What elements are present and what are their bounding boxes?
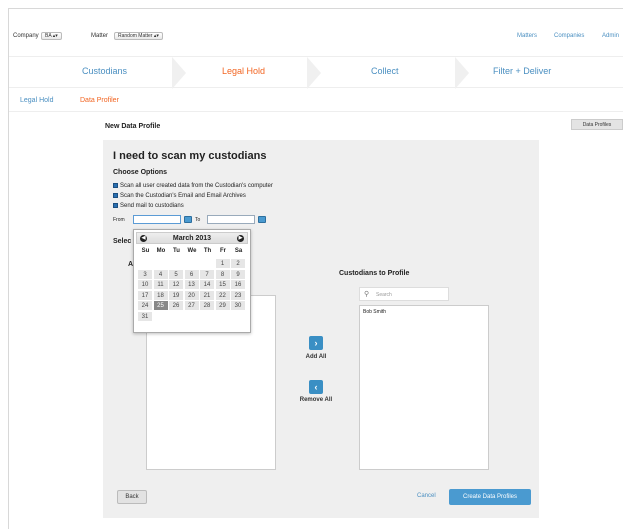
calendar-day[interactable]: 20	[184, 290, 200, 301]
back-button[interactable]: Back	[117, 490, 147, 504]
calendar-day[interactable]: 16	[231, 280, 246, 290]
step-chevron	[455, 57, 469, 89]
calendar-day[interactable]: 7	[200, 269, 215, 280]
calendar-weekday: Th	[203, 248, 212, 254]
search-icon: ⚲	[364, 291, 370, 298]
calendar-day[interactable]: 6	[184, 269, 200, 280]
divider	[9, 111, 623, 112]
remove-all-button[interactable]: ‹	[309, 380, 323, 394]
add-all-label[interactable]: Add All	[300, 354, 332, 360]
option-scan-computer[interactable]: Scan all user created data from the Cust…	[113, 183, 273, 189]
page-title: New Data Profile	[105, 123, 161, 130]
step-collect[interactable]: Collect	[371, 66, 399, 76]
subnav-data-profiler[interactable]: Data Profiler	[80, 97, 119, 104]
calendar-icon[interactable]	[184, 216, 192, 223]
app-window: Company BA ▴▾ Matter Random Matter ▴▾ Ma…	[8, 8, 623, 529]
calendar-day[interactable]: 14	[200, 280, 215, 290]
custodians-to-profile-heading: Custodians to Profile	[339, 270, 410, 277]
custodians-to-profile-list[interactable]: Bob Smith	[359, 305, 489, 470]
top-bar: Company BA ▴▾ Matter Random Matter ▴▾ Ma…	[9, 31, 623, 49]
company-select[interactable]: BA ▴▾	[41, 32, 62, 40]
create-data-profiles-button[interactable]: Create Data Profiles	[449, 489, 531, 505]
calendar-weekday: Mo	[156, 248, 166, 254]
calendar-month: March 2013	[172, 235, 212, 242]
remove-all-label[interactable]: Remove All	[293, 397, 339, 403]
prev-month-icon[interactable]: ◀	[140, 235, 147, 242]
calendar-day[interactable]: 5	[169, 269, 184, 280]
matter-label: Matter	[91, 33, 109, 39]
calendar-day[interactable]: 26	[169, 301, 184, 311]
matters-link[interactable]: Matters	[517, 33, 537, 39]
calendar-day[interactable]: 9	[231, 269, 246, 280]
calendar-day[interactable]: 24	[138, 301, 153, 311]
calendar-weekday: Su	[141, 248, 150, 254]
list-item[interactable]: Bob Smith	[363, 309, 386, 315]
admin-link[interactable]: Admin	[602, 33, 619, 39]
checkbox-checked-icon[interactable]	[113, 203, 118, 208]
option-send-mail[interactable]: Send mail to custodians	[113, 203, 184, 209]
checkbox-checked-icon[interactable]	[113, 183, 118, 188]
calendar-weekday: Tu	[173, 248, 180, 254]
calendar-day[interactable]: 17	[138, 290, 153, 301]
step-chevron	[172, 57, 186, 89]
options-heading: Choose Options	[113, 169, 168, 176]
companies-link[interactable]: Companies	[554, 33, 584, 39]
step-chevron	[307, 57, 321, 89]
chevron-left-icon: ‹	[314, 382, 318, 392]
select-heading: Selec	[113, 238, 132, 245]
step-custodians[interactable]: Custodians	[82, 66, 127, 76]
cancel-link[interactable]: Cancel	[417, 493, 436, 499]
calendar-day[interactable]: 1	[215, 259, 231, 269]
calendar-day[interactable]: 27	[184, 301, 200, 311]
search-input[interactable]: ⚲ Search	[359, 287, 449, 301]
from-label: From	[113, 217, 125, 223]
calendar-weekday: We	[187, 248, 197, 254]
calendar-day[interactable]: 25	[153, 301, 169, 311]
subnav-legal-hold[interactable]: Legal Hold	[20, 97, 53, 104]
calendar-day[interactable]: 19	[169, 290, 184, 301]
checkbox-checked-icon[interactable]	[113, 193, 118, 198]
calendar-day[interactable]: 31	[138, 311, 153, 322]
calendar-day[interactable]: 4	[153, 269, 169, 280]
calendar-day[interactable]: 22	[215, 290, 231, 301]
calendar-day[interactable]: 10	[138, 280, 153, 290]
calendar-day[interactable]: 11	[153, 280, 169, 290]
calendar-icon[interactable]	[258, 216, 266, 223]
calendar-header: ◀ March 2013 ▶	[136, 232, 248, 244]
date-picker[interactable]: ◀ March 2013 ▶ Su Mo Tu We Th Fr Sa 1234567891…	[133, 229, 251, 333]
matter-select[interactable]: Random Matter ▴▾	[114, 32, 163, 40]
calendar-day[interactable]: 8	[215, 269, 231, 280]
step-legal-hold[interactable]: Legal Hold	[222, 66, 265, 76]
calendar-weekday: Sa	[234, 248, 243, 254]
to-date-input[interactable]	[207, 215, 255, 224]
search-placeholder: Search	[376, 292, 392, 298]
calendar-day[interactable]: 21	[200, 290, 215, 301]
calendar-day[interactable]: 30	[231, 301, 246, 311]
panel-heading: I need to scan my custodians	[113, 150, 267, 162]
company-label: Company	[13, 33, 39, 39]
calendar-day[interactable]: 2	[231, 259, 246, 269]
calendar-day[interactable]: 12	[169, 280, 184, 290]
add-all-button[interactable]: ›	[309, 336, 323, 350]
calendar-day[interactable]: 3	[138, 269, 153, 280]
calendar-day[interactable]: 18	[153, 290, 169, 301]
calendar-day[interactable]: 13	[184, 280, 200, 290]
calendar-day[interactable]: 28	[200, 301, 215, 311]
calendar-day[interactable]: 15	[215, 280, 231, 290]
option-scan-email[interactable]: Scan the Custodian's Email and Email Arc…	[113, 193, 246, 199]
workflow-steps: Custodians Legal Hold Collect Filter + D…	[9, 56, 623, 89]
calendar-day[interactable]: 23	[231, 290, 246, 301]
step-filter-deliver[interactable]: Filter + Deliver	[493, 66, 551, 76]
data-profiles-tab-button[interactable]: Data Profiles	[571, 119, 623, 130]
next-month-icon[interactable]: ▶	[237, 235, 244, 242]
calendar-weekday: Fr	[220, 248, 226, 254]
from-date-input[interactable]	[133, 215, 181, 224]
to-label: To	[195, 217, 201, 223]
calendar-day[interactable]: 29	[215, 301, 231, 311]
chevron-right-icon: ›	[314, 338, 318, 348]
